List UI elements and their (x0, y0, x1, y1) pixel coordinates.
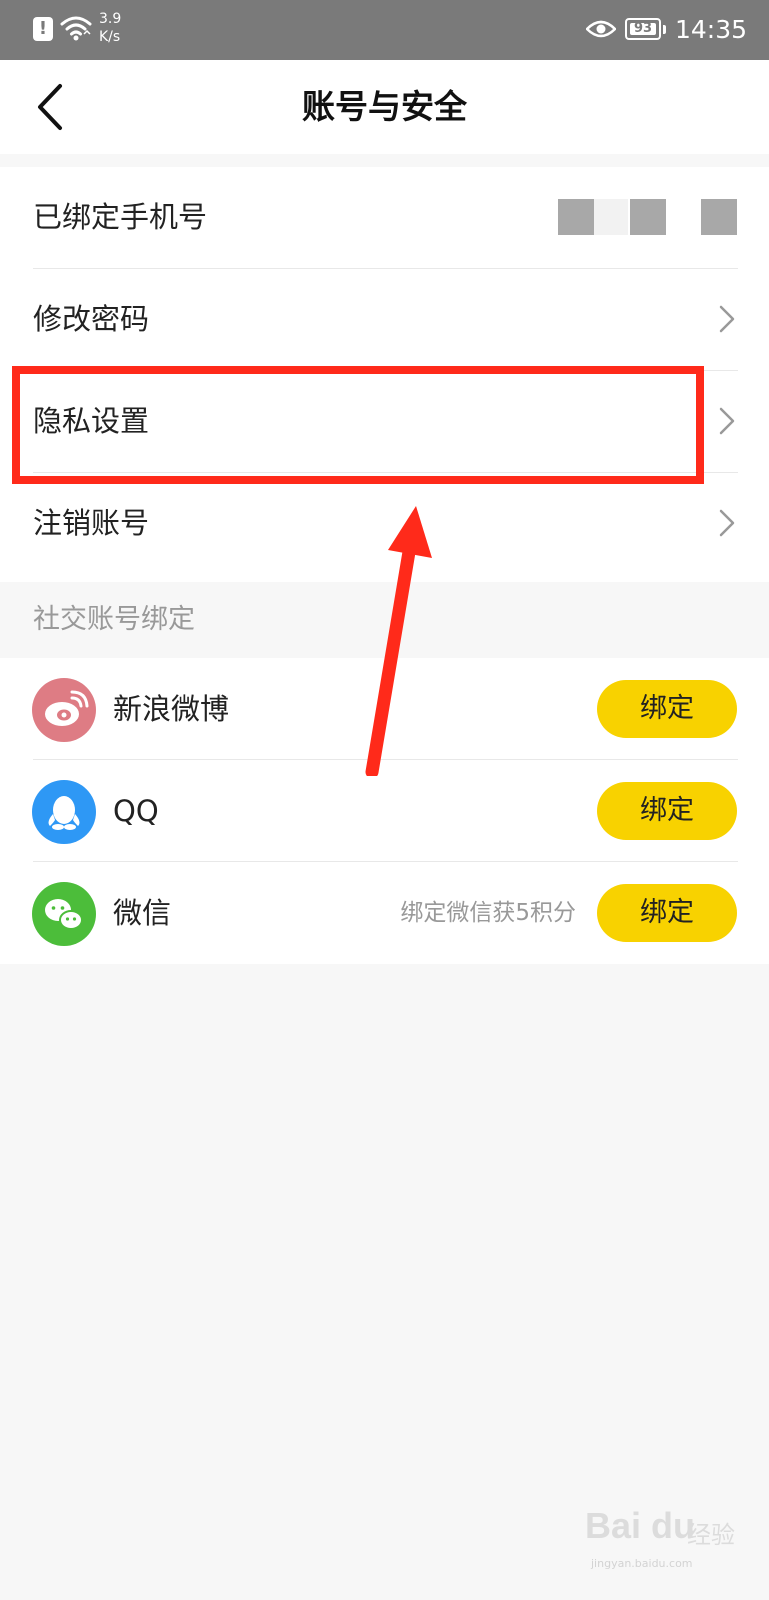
status-time: 14:35 (675, 15, 748, 44)
wechat-glyph (45, 899, 83, 930)
page-title: 账号与安全 (302, 87, 467, 126)
social-section-header: 社交账号绑定 (0, 582, 769, 658)
chevron-right-icon (719, 407, 735, 435)
bound-phone-label: 已绑定手机号 (33, 200, 208, 234)
status-bar: ! 3.9 K/s 93 14:35 (0, 0, 769, 60)
chevron-right-icon (719, 509, 735, 537)
battery-level: 93 (630, 22, 656, 35)
phone-mask-block (558, 199, 594, 235)
baidu-watermark: Bai du 经验 jingyan.baidu.com (585, 1505, 745, 1585)
social-row-weibo: 新浪微博 绑定 (0, 658, 769, 760)
weibo-icon (32, 678, 96, 742)
change-password-label: 修改密码 (33, 302, 150, 336)
social-section-title: 社交账号绑定 (33, 604, 195, 635)
social-name-qq: QQ (113, 794, 159, 828)
account-settings-list: 已绑定手机号 修改密码 隐私设置 注销账号 (0, 167, 769, 582)
alert-icon: ! (33, 17, 53, 41)
privacy-settings-row[interactable]: 隐私设置 (0, 371, 769, 473)
delete-account-row[interactable]: 注销账号 (0, 473, 769, 575)
network-speed-value: 3.9 (99, 11, 122, 27)
phone-mask-gap (594, 199, 628, 235)
phone-mask-block (701, 199, 737, 235)
watermark-text: 经验 (687, 1521, 735, 1549)
bind-qq-button[interactable]: 绑定 (597, 782, 737, 840)
social-binding-list: 新浪微博 绑定 QQ 绑定 微信 绑定微信获5积分 绑定 (0, 658, 769, 964)
change-password-row[interactable]: 修改密码 (0, 269, 769, 371)
battery-icon: 93 (625, 18, 661, 40)
phone-mask-block (630, 199, 666, 235)
wifi-icon (60, 16, 92, 41)
social-row-wechat: 微信 绑定微信获5积分 绑定 (0, 862, 769, 964)
eye-icon (586, 20, 616, 38)
social-name-weibo: 新浪微博 (113, 692, 230, 726)
social-row-qq: QQ 绑定 (0, 760, 769, 862)
bound-phone-row[interactable]: 已绑定手机号 (0, 167, 769, 269)
delete-account-label: 注销账号 (33, 506, 150, 540)
network-speed-unit: K/s (99, 29, 121, 45)
wechat-icon (32, 882, 96, 946)
qq-glyph (48, 796, 80, 830)
network-speed: 3.9 K/s (99, 10, 121, 46)
weibo-glyph (45, 690, 89, 726)
qq-icon (32, 780, 96, 844)
wechat-bind-hint: 绑定微信获5积分 (400, 900, 576, 926)
battery-tip (663, 25, 666, 34)
header-bar: 账号与安全 (0, 60, 769, 154)
bind-wechat-button[interactable]: 绑定 (597, 884, 737, 942)
privacy-settings-label: 隐私设置 (33, 404, 150, 438)
watermark-logo: Bai du (585, 1505, 696, 1546)
social-name-wechat: 微信 (113, 896, 172, 930)
watermark-url: jingyan.baidu.com (591, 1557, 693, 1570)
chevron-right-icon (719, 305, 735, 333)
back-button[interactable] (30, 82, 74, 132)
chevron-left-icon (38, 84, 62, 130)
bind-weibo-button[interactable]: 绑定 (597, 680, 737, 738)
